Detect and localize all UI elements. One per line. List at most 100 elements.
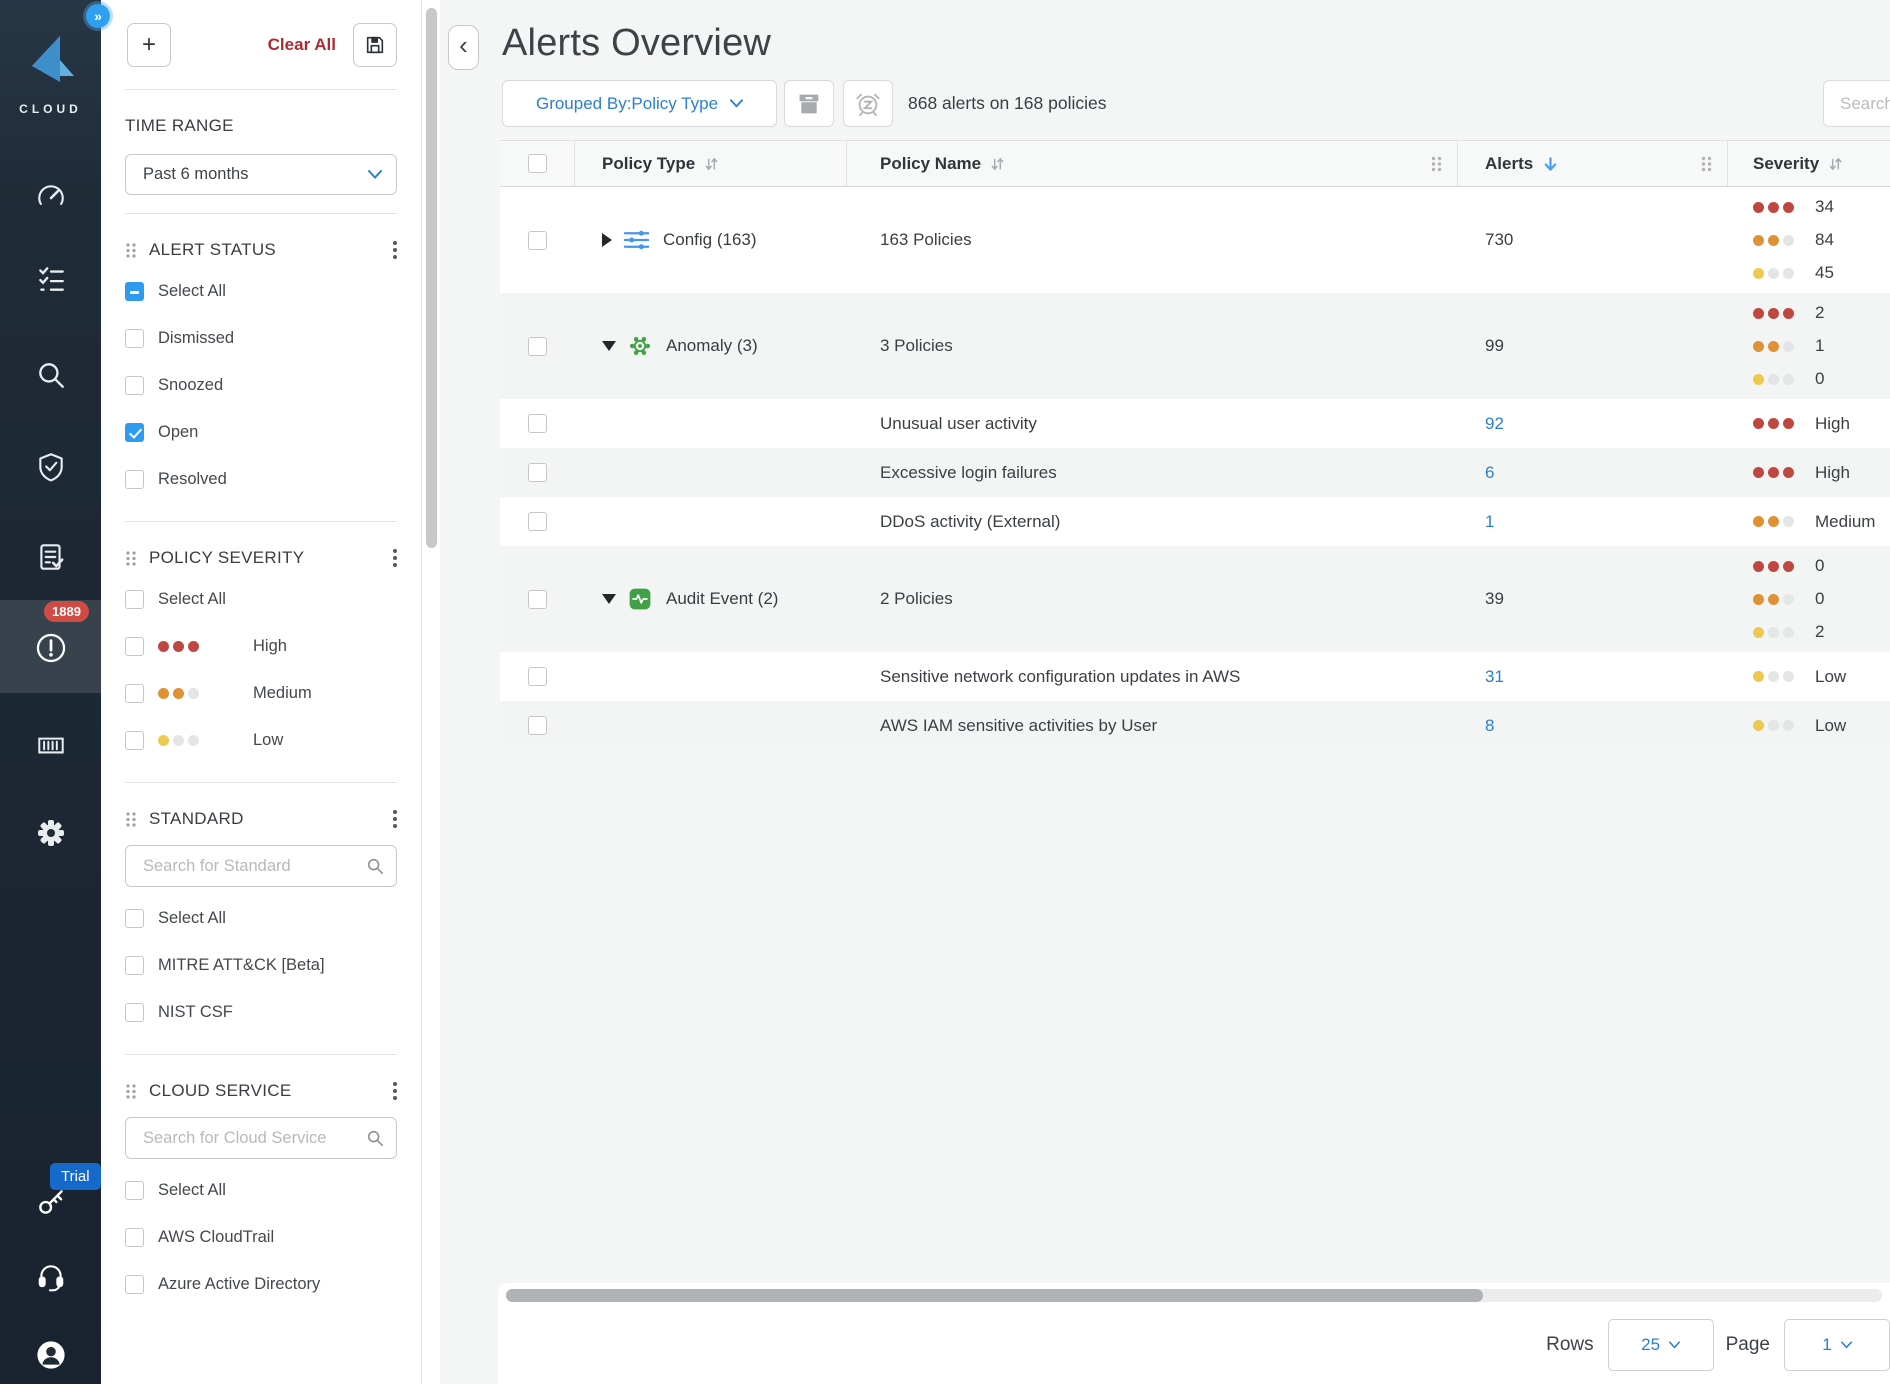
sort-updown-icon[interactable]	[1828, 156, 1843, 172]
alert-status-menu-button[interactable]	[393, 241, 397, 259]
checkbox[interactable]	[125, 1003, 144, 1022]
sidebar-item-license[interactable]	[0, 1185, 101, 1219]
snooze-alerts-button[interactable]	[843, 80, 893, 127]
drag-handle-icon[interactable]	[125, 242, 137, 259]
save-filter-button[interactable]	[353, 23, 397, 67]
sidebar-item-governance[interactable]	[0, 540, 101, 574]
column-header-policy-type[interactable]: Policy Type	[575, 141, 847, 186]
checkbox[interactable]	[125, 329, 144, 348]
cloud-service-search[interactable]	[125, 1117, 397, 1159]
sidebar-item-profile[interactable]	[0, 1338, 101, 1372]
standard-search[interactable]	[125, 845, 397, 887]
sidebar-item-policies[interactable]	[0, 262, 101, 296]
alert-count-link[interactable]: 31	[1485, 667, 1504, 687]
sidebar-item-investigate[interactable]	[0, 358, 101, 392]
alert-status-option-snoozed[interactable]: Snoozed	[125, 362, 397, 409]
table-row-policy[interactable]: Excessive login failures 6 High	[500, 448, 1890, 497]
checkbox-indeterminate[interactable]	[125, 282, 144, 301]
alert-count-link[interactable]: 8	[1485, 716, 1494, 736]
checkbox[interactable]	[125, 376, 144, 395]
checkbox[interactable]	[125, 956, 144, 975]
severity-option-select-all[interactable]: Select All	[125, 576, 397, 623]
cloud-service-menu-button[interactable]	[393, 1082, 397, 1100]
column-header-alerts[interactable]: Alerts	[1458, 141, 1728, 186]
table-row-policy[interactable]: DDoS activity (External) 1 Medium	[500, 497, 1890, 546]
table-row-group-config[interactable]: Config (163) 163 Policies 730 34 84 45	[500, 187, 1890, 293]
drag-handle-icon[interactable]	[125, 550, 137, 567]
row-checkbox[interactable]	[528, 590, 547, 609]
cloud-service-option-select-all[interactable]: Select All	[125, 1167, 397, 1214]
severity-option-low[interactable]: Low	[125, 717, 397, 764]
alert-count-link[interactable]: 1	[1485, 512, 1494, 532]
table-search[interactable]	[1823, 80, 1890, 127]
table-row-group-audit-event[interactable]: Audit Event (2) 2 Policies 39 0 0 2	[500, 546, 1890, 652]
sidebar-item-dashboard[interactable]	[0, 180, 101, 214]
scrollbar-thumb[interactable]	[426, 8, 437, 548]
table-search-input[interactable]	[1838, 93, 1890, 115]
drag-handle-icon[interactable]	[125, 811, 137, 828]
sidebar-item-compliance[interactable]	[0, 450, 101, 484]
checkbox[interactable]	[125, 1228, 144, 1247]
horizontal-scrollbar-thumb[interactable]	[506, 1289, 1483, 1302]
alert-status-option-select-all[interactable]: Select All	[125, 268, 397, 315]
severity-option-high[interactable]: High	[125, 623, 397, 670]
alert-status-option-resolved[interactable]: Resolved	[125, 456, 397, 503]
alert-status-option-dismissed[interactable]: Dismissed	[125, 315, 397, 362]
checkbox[interactable]	[125, 909, 144, 928]
checkbox[interactable]	[125, 637, 144, 656]
table-row-policy[interactable]: Unusual user activity 92 High	[500, 399, 1890, 448]
standard-option-nist[interactable]: NIST CSF	[125, 989, 397, 1036]
checkbox[interactable]	[125, 684, 144, 703]
select-all-rows-checkbox[interactable]	[528, 154, 547, 173]
sidebar-item-support[interactable]	[0, 1260, 101, 1294]
row-checkbox[interactable]	[528, 337, 547, 356]
cloud-service-option-cloudtrail[interactable]: AWS CloudTrail	[125, 1214, 397, 1261]
app-logo[interactable]: CLOUD	[0, 34, 101, 116]
policy-severity-menu-button[interactable]	[393, 549, 397, 567]
time-range-select[interactable]: Past 6 months	[125, 154, 397, 195]
collapse-arrow-icon[interactable]	[602, 341, 616, 351]
collapse-arrow-icon[interactable]	[602, 594, 616, 604]
clear-all-button[interactable]: Clear All	[268, 35, 336, 55]
table-row-policy[interactable]: Sensitive network configuration updates …	[500, 652, 1890, 701]
grouped-by-dropdown[interactable]: Grouped By:Policy Type	[502, 80, 777, 127]
sidebar-expand-button[interactable]: »	[86, 4, 110, 28]
checkbox[interactable]	[125, 470, 144, 489]
rows-per-page-select[interactable]: 25	[1608, 1319, 1714, 1371]
dismiss-alerts-button[interactable]	[784, 80, 834, 127]
table-row-policy[interactable]: AWS IAM sensitive activities by User 8 L…	[500, 701, 1890, 750]
sort-desc-icon[interactable]	[1542, 155, 1559, 173]
row-checkbox[interactable]	[528, 414, 547, 433]
table-row-group-anomaly[interactable]: Anomaly (3) 3 Policies 99 2 1 0	[500, 293, 1890, 399]
checkbox[interactable]	[125, 731, 144, 750]
standard-option-select-all[interactable]: Select All	[125, 895, 397, 942]
alert-status-option-open[interactable]: Open	[125, 409, 397, 456]
sidebar-item-alerts[interactable]	[0, 631, 101, 665]
severity-option-medium[interactable]: Medium	[125, 670, 397, 717]
checkbox-checked[interactable]	[125, 423, 144, 442]
alert-count-link[interactable]: 92	[1485, 414, 1504, 434]
drag-handle-icon[interactable]	[125, 1083, 137, 1100]
sort-updown-icon[interactable]	[704, 156, 719, 172]
sidebar-item-settings[interactable]	[0, 816, 101, 850]
expand-arrow-icon[interactable]	[602, 233, 612, 247]
horizontal-scrollbar-track[interactable]	[506, 1289, 1882, 1302]
row-checkbox[interactable]	[528, 667, 547, 686]
column-resize-grip[interactable]	[1700, 155, 1713, 173]
sidebar-item-compute[interactable]	[0, 728, 101, 762]
checkbox[interactable]	[125, 1275, 144, 1294]
checkbox[interactable]	[125, 590, 144, 609]
column-resize-grip[interactable]	[1430, 155, 1443, 173]
sort-updown-icon[interactable]	[990, 156, 1005, 172]
row-checkbox[interactable]	[528, 231, 547, 250]
standard-option-mitre[interactable]: MITRE ATT&CK [Beta]	[125, 942, 397, 989]
row-checkbox[interactable]	[528, 463, 547, 482]
cloud-service-search-input[interactable]	[141, 1128, 366, 1149]
collapse-filters-button[interactable]: ‹	[448, 25, 479, 70]
checkbox[interactable]	[125, 1181, 144, 1200]
column-header-policy-name[interactable]: Policy Name	[847, 141, 1458, 186]
row-checkbox[interactable]	[528, 512, 547, 531]
standard-menu-button[interactable]	[393, 810, 397, 828]
column-header-severity[interactable]: Severity	[1728, 141, 1890, 186]
alert-count-link[interactable]: 6	[1485, 463, 1494, 483]
